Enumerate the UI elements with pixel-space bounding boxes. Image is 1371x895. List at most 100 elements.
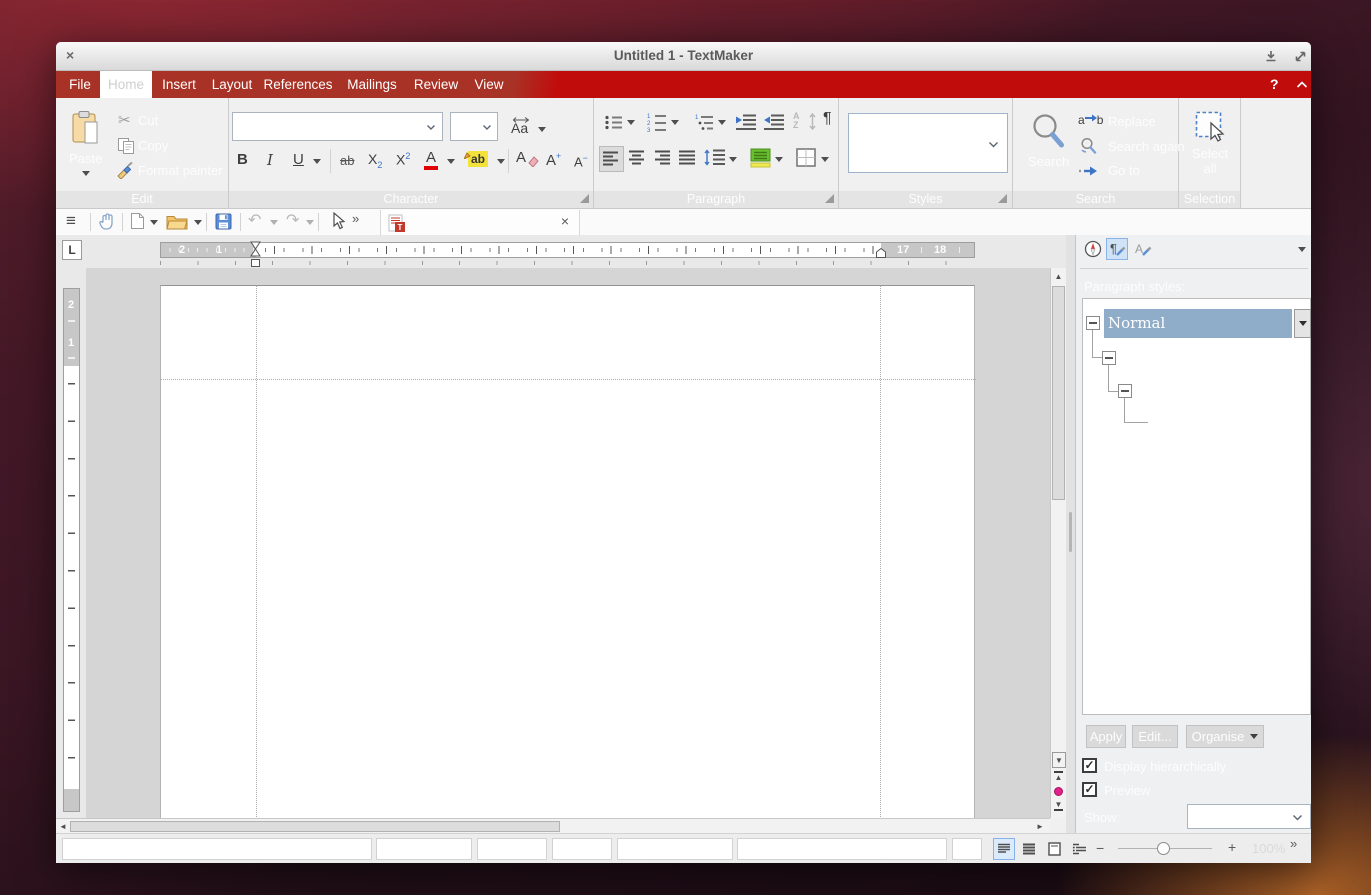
format-painter-icon[interactable] [116,161,135,179]
reduce-font-button[interactable]: A− [574,153,588,169]
copy-label[interactable]: Copy [138,138,168,153]
style-item-dropdown-button[interactable] [1294,309,1311,338]
toolbar-overflow-icon[interactable]: » [352,211,359,226]
change-case-button[interactable]: Aa [508,112,554,141]
display-hierarchically-checkbox[interactable]: ✓ [1082,758,1097,773]
scroll-up-icon[interactable]: ▲ [1051,272,1066,281]
enlarge-font-button[interactable]: A+ [546,151,561,169]
menu-tab-view[interactable]: View [468,71,510,98]
bullet-list-button[interactable] [604,114,623,131]
menu-tab-insert[interactable]: Insert [154,71,204,98]
horizontal-ruler[interactable]: 2 1 17 18 [160,242,975,258]
first-line-indent-marker[interactable] [250,241,261,257]
view-page-button[interactable] [1043,838,1065,860]
line-spacing-dropdown-arrow-icon[interactable] [729,157,737,162]
justify-button[interactable] [678,150,696,166]
view-standard-button[interactable] [993,838,1015,860]
bold-button[interactable]: B [237,151,248,168]
underline-dropdown-arrow-icon[interactable] [313,159,321,164]
document-tab[interactable]: T × [380,210,580,235]
format-painter-label[interactable]: Format painter [138,163,223,178]
show-combobox[interactable] [1187,804,1311,829]
navigation-compass-icon[interactable] [1082,238,1104,260]
view-outline-button[interactable] [1068,838,1090,860]
search-again-label[interactable]: Search again [1108,139,1185,154]
statusbar-overflow-icon[interactable]: » [1290,836,1297,851]
tab-stop-selector-button[interactable]: L [62,240,82,260]
scroll-right-icon[interactable]: ► [1036,822,1044,831]
edit-button[interactable]: Edit... [1132,725,1178,748]
font-size-combobox[interactable] [450,112,498,141]
multilevel-list-button[interactable]: 1 [695,113,715,131]
new-document-dropdown-arrow-icon[interactable] [150,220,158,225]
line-spacing-button[interactable] [704,148,726,167]
vertical-scrollbar-thumb[interactable] [1052,286,1065,500]
align-left-button-selected[interactable] [599,146,624,172]
shading-dropdown-arrow-icon[interactable] [775,157,783,162]
undo-icon[interactable]: ↶ [248,210,261,230]
apply-button[interactable]: Apply [1086,725,1126,748]
font-color-button[interactable]: A [424,149,438,170]
subscript-button[interactable]: X2 [368,151,382,170]
styles-combobox[interactable] [848,113,1008,173]
borders-button[interactable] [796,148,816,167]
undo-dropdown-arrow-icon[interactable] [270,220,278,225]
numbered-list-dropdown-arrow-icon[interactable] [671,120,679,125]
highlight-dropdown-arrow-icon[interactable] [497,159,505,164]
replace-label[interactable]: Replace [1108,114,1156,129]
window-minimize-icon[interactable] [1264,50,1278,63]
multilevel-list-dropdown-arrow-icon[interactable] [718,120,726,125]
open-folder-icon[interactable] [166,214,188,230]
reset-formatting-button[interactable]: A [516,149,526,166]
previous-page-button[interactable]: ▲ [1051,770,1066,784]
zoom-in-icon[interactable]: + [1228,839,1236,855]
align-center-button[interactable] [628,150,646,166]
chevron-down-icon[interactable] [426,124,436,131]
scroll-down-button[interactable]: ▼ [1052,752,1066,768]
view-continuous-button[interactable] [1018,838,1040,860]
search-button[interactable]: Search [1022,110,1074,180]
paragraph-dialog-launcher-icon[interactable] [825,194,834,203]
bullet-list-dropdown-arrow-icon[interactable] [627,120,635,125]
search-again-icon[interactable] [1080,137,1097,154]
tree-collapse-icon[interactable] [1086,316,1100,330]
tree-collapse-icon[interactable] [1118,384,1132,398]
pointer-tool-icon[interactable] [332,212,345,230]
vertical-ruler[interactable]: 2 1 [63,288,80,812]
chevron-down-icon[interactable] [988,141,999,149]
decrease-indent-button[interactable] [763,113,785,131]
go-to-label[interactable]: Go to [1108,163,1140,178]
vertical-scrollbar[interactable]: ▲ ▼ ▲ ▼ [1050,268,1066,818]
chevron-down-icon[interactable] [482,124,492,131]
replace-icon[interactable]: ab [1078,113,1103,127]
next-page-button[interactable]: ▼ [1051,800,1066,814]
scroll-left-icon[interactable]: ◄ [59,822,67,831]
increase-indent-button[interactable] [735,113,757,131]
collapse-ribbon-icon[interactable] [1296,81,1308,89]
zoom-out-icon[interactable]: − [1096,840,1104,856]
tree-collapse-icon[interactable] [1102,351,1116,365]
menu-tab-file[interactable]: File [60,71,100,98]
styles-tree-panel[interactable]: Normal [1082,298,1311,715]
font-color-dropdown-arrow-icon[interactable] [447,159,455,164]
go-to-icon[interactable] [1078,166,1098,176]
redo-icon[interactable]: ↷ [286,210,299,230]
menu-tab-home[interactable]: Home [100,71,152,98]
change-case-dropdown-arrow-icon[interactable] [538,127,546,132]
character-dialog-launcher-icon[interactable] [580,194,589,203]
help-icon[interactable]: ? [1270,76,1279,92]
style-item-normal-selected[interactable]: Normal [1104,309,1292,338]
sidebar-splitter[interactable] [1066,235,1075,833]
character-styles-tab-icon[interactable]: A [1132,238,1154,260]
borders-dropdown-arrow-icon[interactable] [821,157,829,162]
preview-checkbox[interactable]: ✓ [1082,782,1097,797]
hamburger-menu-icon[interactable]: ≡ [66,211,76,231]
shading-button[interactable] [750,148,771,168]
browse-object-button[interactable] [1054,787,1063,796]
save-icon[interactable] [215,213,232,230]
menu-tab-layout[interactable]: Layout [206,71,258,98]
font-name-combobox[interactable] [232,112,443,141]
copy-icon[interactable] [117,137,135,154]
paste-dropdown-arrow-icon[interactable] [82,171,90,176]
hand-tool-icon[interactable] [98,212,115,231]
